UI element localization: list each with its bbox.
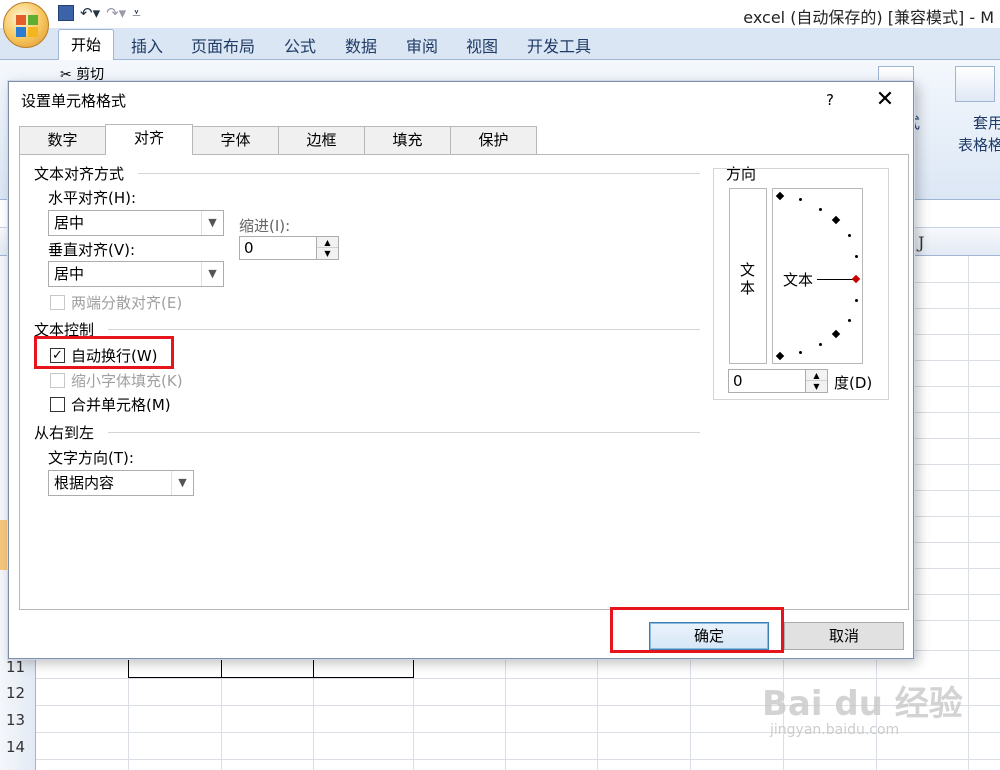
- indent-spinner[interactable]: 0 ▲ ▼: [239, 236, 339, 260]
- office-logo-icon: [16, 15, 38, 37]
- dial-dot: [819, 208, 822, 211]
- tab-protection[interactable]: 保护: [450, 126, 537, 154]
- justify-distributed-checkbox[interactable]: [50, 295, 65, 310]
- dial-dot: [855, 299, 858, 302]
- office-button[interactable]: [3, 2, 49, 48]
- justify-distributed-label: 两端分散对齐(E): [71, 294, 183, 312]
- ribbon-tab-review[interactable]: 审阅: [406, 33, 438, 57]
- section-divider: [138, 173, 700, 174]
- dial-knob[interactable]: [851, 274, 861, 284]
- vertical-text-toggle[interactable]: 文本: [729, 188, 767, 364]
- section-divider: [108, 432, 700, 433]
- row-number[interactable]: 13: [6, 711, 25, 729]
- chevron-down-icon: ▼: [201, 211, 223, 235]
- text-direction-label: 文字方向(T):: [48, 449, 134, 467]
- dial-marker: [775, 191, 785, 201]
- spin-up-icon[interactable]: ▲: [317, 237, 338, 248]
- shrink-to-fit-checkbox[interactable]: [50, 373, 65, 388]
- spin-down-icon[interactable]: ▼: [317, 248, 338, 259]
- quick-access-toolbar: ↶▾ ↷▾ ⩡: [58, 2, 141, 24]
- table-format-icon[interactable]: [955, 66, 995, 102]
- ribbon-tab-developer[interactable]: 开发工具: [527, 33, 591, 57]
- dial-pointer-line: [817, 279, 853, 280]
- degree-spinner[interactable]: 0 ▲ ▼: [728, 369, 828, 393]
- ok-button-highlight: [610, 607, 784, 653]
- chevron-down-icon: ▼: [201, 262, 223, 286]
- rtl-section-title: 从右到左: [34, 424, 95, 442]
- close-button[interactable]: ✕: [865, 86, 905, 114]
- vertical-align-value: 居中: [54, 265, 85, 283]
- dial-dot: [848, 319, 851, 322]
- dial-marker: [775, 351, 785, 361]
- horizontal-align-label: 水平对齐(H):: [48, 189, 137, 207]
- chevron-down-icon: ▼: [171, 471, 193, 495]
- dial-marker: [831, 329, 841, 339]
- dialog-title: 设置单元格格式: [21, 92, 127, 110]
- dial-marker: [831, 215, 841, 225]
- ribbon-tab-page-layout[interactable]: 页面布局: [191, 33, 255, 57]
- baidu-watermark: Bai du 经验: [762, 684, 963, 724]
- help-button[interactable]: ?: [815, 88, 845, 112]
- orientation-dial[interactable]: 文本: [772, 188, 863, 364]
- dial-dot: [819, 343, 822, 346]
- ribbon-tab-data[interactable]: 数据: [345, 33, 377, 57]
- wrap-text-highlight: [34, 336, 174, 369]
- cancel-button[interactable]: 取消: [784, 622, 904, 650]
- window-title: excel (自动保存的) [兼容模式] - M: [743, 8, 994, 27]
- shrink-to-fit-label: 缩小字体填充(K): [71, 372, 183, 390]
- column-header-j[interactable]: J: [918, 233, 924, 252]
- dial-text-sample: 文本: [783, 271, 814, 289]
- row-number[interactable]: 14: [6, 738, 25, 756]
- merge-cells-checkbox[interactable]: [50, 397, 65, 412]
- dial-dot: [848, 234, 851, 237]
- dial-dot: [799, 351, 802, 354]
- ribbon-tab-bar: 开始 插入 页面布局 公式 数据 审阅 视图 开发工具: [0, 28, 1000, 60]
- merge-cells-label: 合并单元格(M): [71, 396, 171, 414]
- tab-border[interactable]: 边框: [278, 126, 365, 154]
- row-number[interactable]: 11: [6, 658, 25, 676]
- baidu-watermark-url: jingyan.baidu.com: [770, 722, 900, 738]
- undo-icon[interactable]: ↶▾: [80, 4, 100, 22]
- format-cells-dialog: 设置单元格格式 ? ✕ 数字 对齐 字体 边框 填充 保护 文本对齐方式 水平对…: [8, 81, 914, 659]
- vertical-align-select[interactable]: 居中 ▼: [48, 261, 224, 287]
- ribbon-tab-view[interactable]: 视图: [466, 33, 498, 57]
- ribbon-tab-insert[interactable]: 插入: [131, 33, 163, 57]
- ribbon-table-format-label[interactable]: 套用 表格格式: [958, 112, 1000, 156]
- vertical-align-label: 垂直对齐(V):: [48, 241, 136, 259]
- tab-fill[interactable]: 填充: [364, 126, 451, 154]
- text-direction-value: 根据内容: [54, 474, 115, 492]
- table-format-label: 套用 表格格式: [958, 114, 1000, 154]
- text-direction-select[interactable]: 根据内容 ▼: [48, 470, 194, 496]
- section-divider: [108, 329, 700, 330]
- spin-up-icon[interactable]: ▲: [806, 370, 827, 381]
- indent-label: 缩进(I):: [239, 217, 291, 235]
- ribbon-tab-home[interactable]: 开始: [58, 29, 114, 60]
- vertical-text-sample: 文本: [740, 261, 756, 297]
- horizontal-align-value: 居中: [54, 214, 85, 232]
- dial-dot: [799, 198, 802, 201]
- degree-label: 度(D): [834, 374, 873, 392]
- text-alignment-section-title: 文本对齐方式: [34, 165, 125, 183]
- horizontal-align-select[interactable]: 居中 ▼: [48, 210, 224, 236]
- indent-value: 0: [244, 239, 254, 257]
- redo-icon[interactable]: ↷▾: [106, 4, 126, 22]
- spin-down-icon[interactable]: ▼: [806, 381, 827, 392]
- spin-buttons[interactable]: ▲ ▼: [805, 370, 827, 392]
- ribbon-tab-formulas[interactable]: 公式: [284, 33, 316, 57]
- tab-alignment[interactable]: 对齐: [105, 124, 193, 155]
- save-icon[interactable]: [58, 5, 74, 21]
- customize-qat-icon[interactable]: ⩡: [132, 4, 140, 22]
- grid-line: [968, 256, 969, 770]
- tab-font[interactable]: 字体: [192, 126, 279, 154]
- dialog-tab-bar: 数字 对齐 字体 边框 填充 保护: [19, 124, 909, 155]
- row-number[interactable]: 12: [6, 684, 25, 702]
- grid-line: [36, 759, 1000, 760]
- tab-number[interactable]: 数字: [19, 126, 106, 154]
- degree-value: 0: [733, 372, 743, 390]
- spin-buttons[interactable]: ▲ ▼: [316, 237, 338, 259]
- dial-dot: [855, 255, 858, 258]
